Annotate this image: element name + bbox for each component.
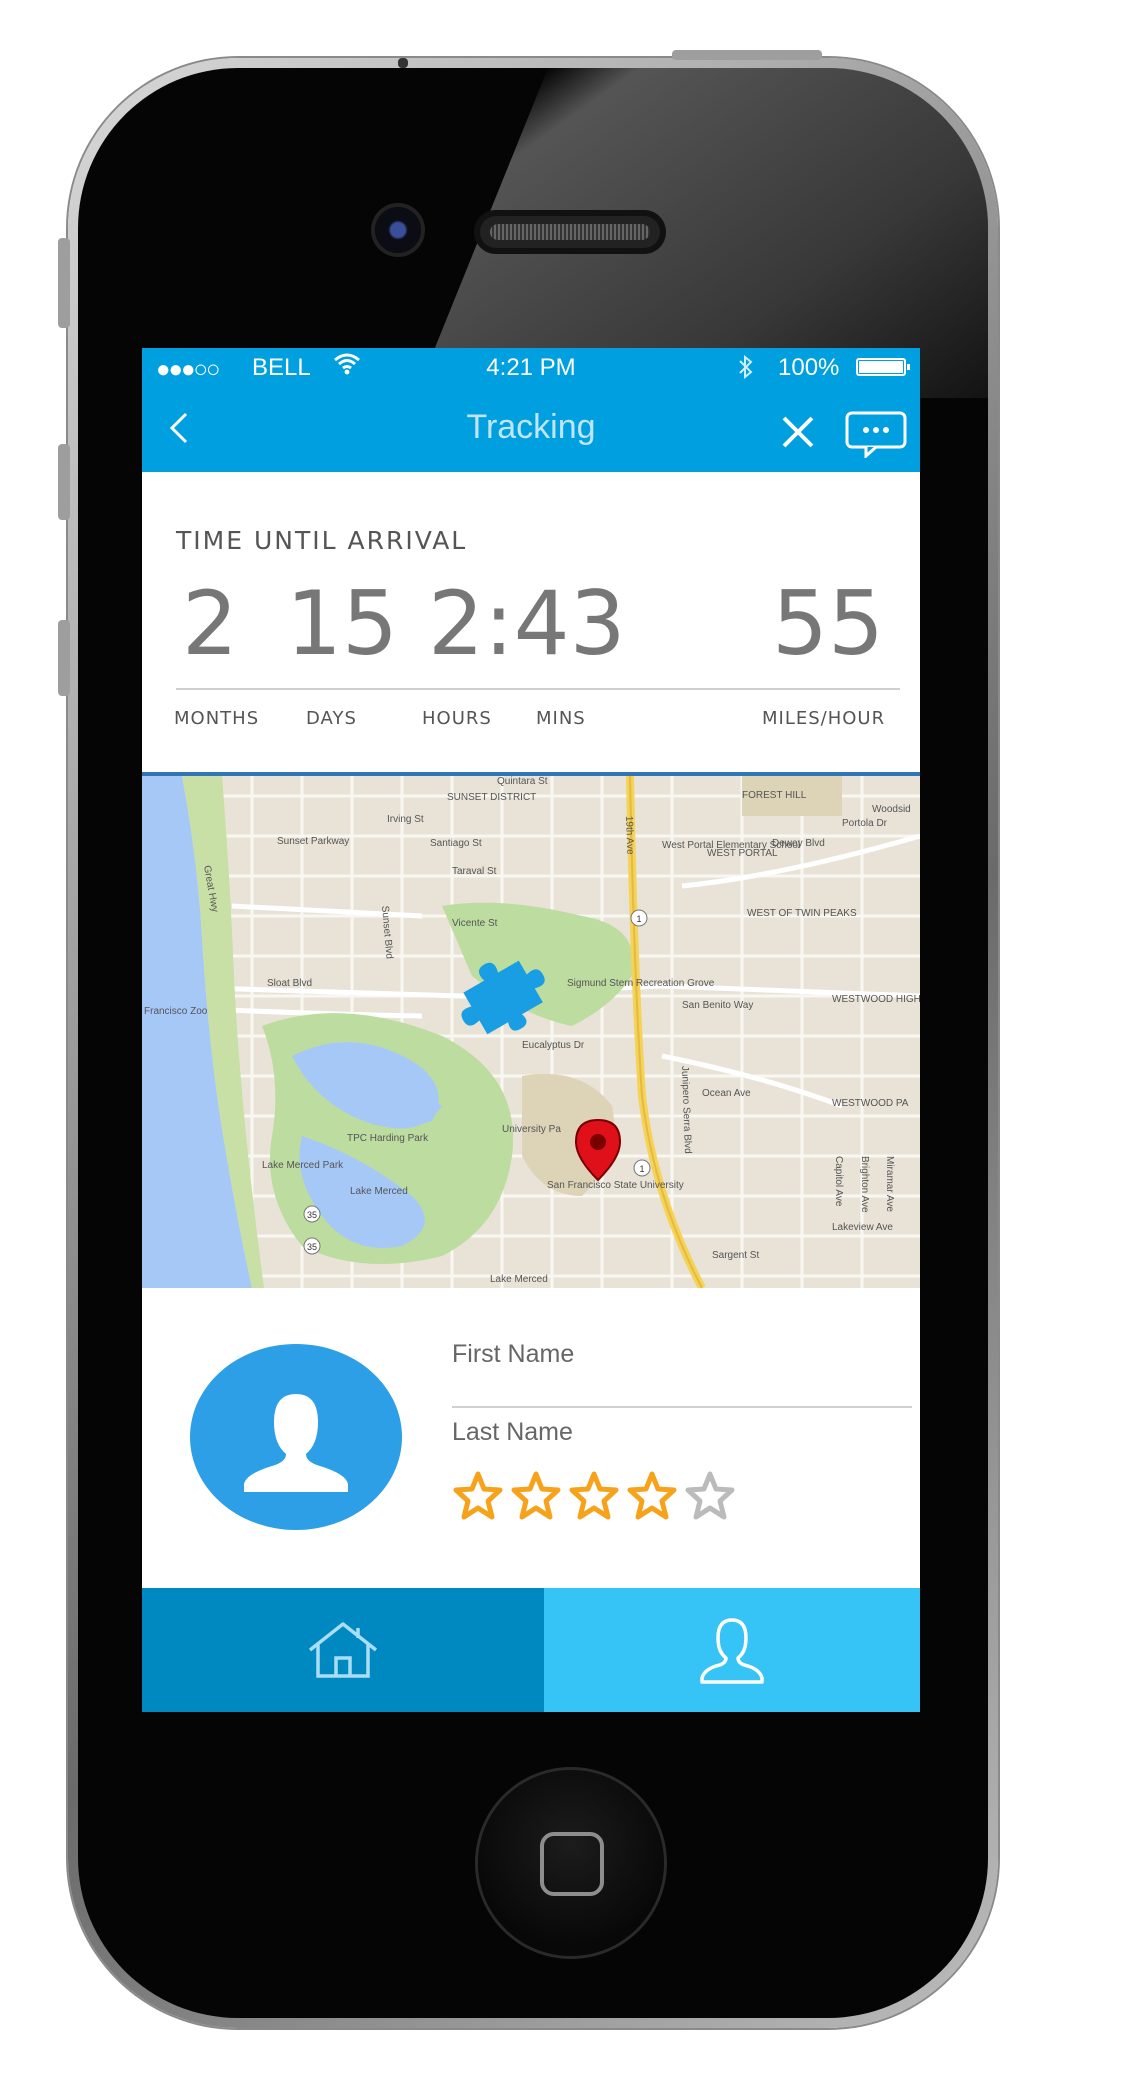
- map-label: Lake Merced: [350, 1186, 408, 1197]
- front-camera: [375, 207, 421, 253]
- map-label: WESTWOOD HIGH: [832, 994, 920, 1005]
- map-label: 19th Ave: [623, 816, 635, 856]
- months-unit: MONTHS: [174, 708, 260, 729]
- map-label: WESTWOOD PA: [832, 1098, 909, 1109]
- route-marker: 1: [636, 914, 641, 924]
- map-label: Portola Dr: [842, 818, 888, 829]
- map-label: Francisco Zoo: [144, 1006, 208, 1017]
- tab-profile[interactable]: [544, 1588, 920, 1712]
- volume-down-button: [58, 620, 70, 696]
- star-empty-icon: [685, 1471, 735, 1520]
- map-label: SUNSET DISTRICT: [447, 792, 536, 803]
- last-name-label: Last Name: [452, 1418, 573, 1446]
- mute-switch: [58, 238, 70, 328]
- power-button: [672, 50, 822, 60]
- map-label: Taraval St: [452, 866, 497, 877]
- star-filled-icon: [627, 1471, 677, 1520]
- tab-bar: [142, 1588, 920, 1712]
- tracking-map[interactable]: SUNSET DISTRICT FOREST HILL Woodsid Suns…: [142, 776, 920, 1288]
- destination-pin-icon[interactable]: [570, 1116, 626, 1184]
- days-value: 15: [286, 572, 398, 675]
- map-label: Eucalyptus Dr: [522, 1040, 585, 1051]
- route-marker: 1: [639, 1164, 644, 1174]
- map-label: San Benito Way: [682, 1000, 753, 1011]
- map-label: Lakeview Ave: [832, 1222, 893, 1233]
- map-label: FOREST HILL: [742, 790, 807, 801]
- mins-unit: MINS: [536, 708, 586, 729]
- days-unit: DAYS: [306, 708, 357, 729]
- battery-icon: [856, 358, 910, 376]
- arrival-panel: TIME UNTIL ARRIVAL 2 15 2:43 55 MONTHS D…: [142, 472, 920, 776]
- months-value: 2: [182, 572, 238, 675]
- avatar[interactable]: [190, 1344, 402, 1530]
- name-divider: [452, 1406, 912, 1408]
- home-button[interactable]: [478, 1770, 664, 1956]
- vehicle-puzzle-icon[interactable]: [448, 942, 568, 1038]
- volume-up-button: [58, 444, 70, 520]
- map-label: Sigmund Stern Recreation Grove: [567, 978, 715, 989]
- map-label: Lake Merced Park: [262, 1160, 344, 1171]
- first-name-label: First Name: [452, 1340, 575, 1368]
- speed-value: 55: [772, 572, 884, 675]
- speed-unit: MILES/HOUR: [762, 708, 886, 729]
- arrival-label: TIME UNTIL ARRIVAL: [176, 526, 468, 555]
- driver-card: First Name Last Name: [142, 1288, 920, 1588]
- tab-home[interactable]: [142, 1588, 544, 1712]
- map-label: Woodsid: [872, 804, 911, 815]
- home-icon: [308, 1622, 378, 1678]
- route-marker: 35: [307, 1210, 317, 1220]
- map-label: Sloat Blvd: [267, 978, 312, 989]
- map-label: Sargent St: [712, 1250, 759, 1261]
- map-label: Sunset Parkway: [277, 836, 349, 847]
- home-button-square-icon: [540, 1832, 604, 1896]
- map-label: Miramar Ave: [884, 1156, 895, 1212]
- battery-percent: 100%: [778, 354, 840, 381]
- map-label: Dewey Blvd: [772, 838, 825, 849]
- map-label: Ocean Ave: [702, 1088, 751, 1099]
- user-silhouette-icon: [244, 1394, 348, 1492]
- bluetooth-icon: [736, 354, 756, 387]
- star-filled-icon: [453, 1471, 503, 1520]
- status-bar: ●●●○○ BELL 4:21 PM 100%: [142, 348, 920, 386]
- close-icon[interactable]: [778, 412, 818, 452]
- map-label: Quintara St: [497, 776, 548, 787]
- star-filled-icon: [511, 1471, 561, 1520]
- map-label: Brighton Ave: [859, 1156, 870, 1213]
- app-screen: ●●●○○ BELL 4:21 PM 100% Tracking TIME UN…: [142, 348, 920, 1712]
- map-label: University Pa: [502, 1124, 561, 1135]
- map-label: Lake Merced: [490, 1274, 548, 1285]
- route-marker: 35: [307, 1242, 317, 1252]
- nav-bar: Tracking: [142, 386, 920, 472]
- map-label: Vicente St: [452, 918, 498, 929]
- star-filled-icon: [569, 1471, 619, 1520]
- hours-unit: HOURS: [422, 708, 492, 729]
- earpiece-speaker: [474, 210, 666, 254]
- hours-mins-value: 2:43: [428, 572, 626, 675]
- map-label: Capitol Ave: [833, 1156, 844, 1207]
- map-label: Irving St: [387, 814, 424, 825]
- user-icon: [700, 1618, 764, 1684]
- chat-bubble-icon[interactable]: [844, 410, 908, 458]
- arrival-divider: [176, 688, 900, 690]
- map-label: TPC Harding Park: [347, 1133, 429, 1144]
- rating-stars: [452, 1470, 736, 1522]
- map-label: WEST OF TWIN PEAKS: [747, 908, 857, 919]
- top-marker: [398, 58, 408, 68]
- map-label: Santiago St: [430, 838, 482, 849]
